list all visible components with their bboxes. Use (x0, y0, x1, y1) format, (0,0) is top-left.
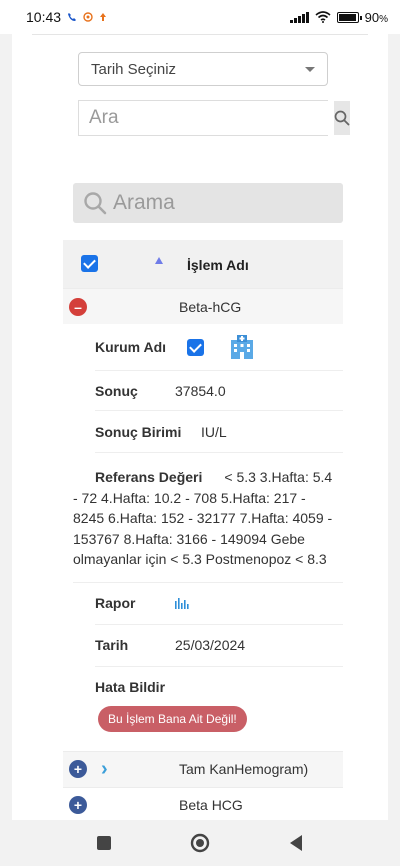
recents-button[interactable] (92, 831, 116, 855)
system-nav-bar (0, 820, 400, 866)
back-icon (290, 835, 302, 851)
card-top-border (32, 34, 368, 35)
detail-date: Tarih 25/03/2024 (95, 625, 343, 667)
search-icon (334, 110, 350, 126)
result-value: 37854.0 (175, 382, 226, 399)
report-error-label: Hata Bildir (95, 678, 166, 695)
status-bar: 10:43 90% (0, 0, 400, 34)
phone-icon (68, 13, 77, 21)
table-row[interactable]: + Beta HCG (63, 786, 343, 820)
top-search (78, 100, 350, 136)
page-content: Tarih Seçiniz İşlem Adı – Beta-hCG Kurum… (12, 34, 388, 820)
expand-icon[interactable]: + (69, 796, 87, 814)
row-name: Beta-hCG (179, 298, 242, 315)
status-right: 90% (289, 10, 388, 25)
chevron-right-icon[interactable]: › (101, 758, 108, 781)
column-header-islem-adi: İşlem Adı (187, 257, 249, 273)
institution-label: Kurum Adı (95, 339, 167, 355)
date-label: Tarih (95, 637, 129, 653)
recents-icon (97, 836, 111, 850)
detail-report: Rapor (95, 583, 343, 625)
select-all-checkbox[interactable] (81, 255, 98, 272)
notification-icons (67, 12, 107, 22)
search-input[interactable] (79, 101, 334, 135)
detail-reference: Referans Değeri < 5.3 3.Hafta: 5.4 - 72 4… (73, 453, 343, 583)
reference-label: Referans Değeri (95, 469, 203, 485)
row-name: Beta HCG (179, 797, 243, 813)
table-search-input[interactable] (113, 191, 313, 215)
battery-unit: % (379, 13, 388, 25)
home-icon (190, 833, 210, 853)
status-time: 10:43 (26, 9, 62, 25)
home-button[interactable] (188, 831, 212, 855)
detail-institution: Kurum Adı (95, 324, 343, 371)
battery-percent: 90 (364, 9, 380, 25)
sort-up-icon[interactable] (155, 257, 163, 264)
unit-value: IU/L (201, 423, 227, 440)
not-mine-button[interactable]: Bu İşlem Bana Ait Değil! (98, 705, 247, 732)
collapse-icon[interactable]: – (69, 297, 87, 316)
result-label: Sonuç (95, 382, 138, 399)
results-table: İşlem Adı – Beta-hCG Kurum Adı Sonuç 378… (63, 240, 343, 820)
table-row[interactable]: + › Tam KanHemogram) (63, 750, 343, 787)
back-button[interactable] (284, 831, 308, 855)
unit-label: Sonuç Birimi (95, 423, 182, 440)
detail-unit: Sonuç Birimi IU/L (95, 411, 343, 453)
detail-report-error: Hata Bildir Bu İşlem Bana Ait Değil! (95, 667, 343, 751)
row-name: Tam KanHemogram) (179, 761, 309, 777)
wifi-icon (315, 11, 331, 23)
report-label: Rapor (95, 595, 136, 611)
table-header: İşlem Adı (63, 240, 343, 288)
date-select[interactable]: Tarih Seçiniz (78, 52, 328, 86)
row-detail: Kurum Adı Sonuç 37854.0 Sonuç Birimi IU/… (63, 324, 343, 751)
expand-icon[interactable]: + (69, 760, 87, 778)
table-row-expanded[interactable]: – Beta-hCG (63, 288, 343, 324)
battery-level: 90% (365, 10, 388, 25)
bar-chart-icon[interactable] (175, 597, 189, 609)
date-value: 25/03/2024 (175, 637, 246, 653)
search-icon (84, 192, 107, 215)
chevron-down-icon (305, 66, 315, 72)
table-search (73, 183, 343, 223)
upload-arrow-icon (100, 13, 107, 21)
date-select-value: Tarih Seçiniz (91, 60, 177, 78)
search-button[interactable] (334, 101, 350, 135)
detail-result: Sonuç 37854.0 (95, 371, 343, 411)
hospital-icon[interactable] (228, 334, 256, 360)
app-notification-icon (83, 12, 93, 22)
signal-icon (289, 11, 309, 23)
battery-icon (336, 11, 362, 23)
institution-checkbox[interactable] (187, 338, 204, 356)
